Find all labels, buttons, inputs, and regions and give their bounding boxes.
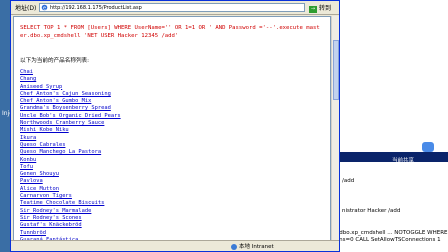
background-window	[340, 0, 448, 252]
product-list-item: Tofu	[20, 164, 121, 171]
product-list-item: Tunnbröd	[20, 230, 121, 237]
product-list-item: Chang	[20, 76, 121, 83]
product-link[interactable]: Queso Cabrales	[20, 142, 65, 148]
product-list-item: Chef Anton's Gumbo Mix	[20, 98, 121, 105]
product-link[interactable]: Tofu	[20, 164, 33, 170]
product-list-item: Genen Shouyu	[20, 171, 121, 178]
url-text: http://192.168.1.175/ProductList.asp	[50, 5, 142, 11]
product-link[interactable]: Carnarvon Tigers	[20, 193, 72, 199]
network-tray-icon[interactable]	[422, 142, 434, 152]
product-link[interactable]: Sir Rodney's Scones	[20, 215, 82, 221]
tray-message: 当前共享	[392, 158, 415, 164]
product-list-item: Chai	[20, 69, 121, 76]
product-link[interactable]: Mishi Kobe Niku	[20, 127, 69, 133]
product-list-item: Uncle Bob's Organic Dried Pears	[20, 113, 121, 120]
address-label: 地址(D)	[15, 5, 37, 12]
product-link[interactable]: Chef Anton's Gumbo Mix	[20, 98, 91, 104]
go-button[interactable]: → 转到	[309, 3, 331, 13]
background-text-2: nistrator Hacker /add	[342, 208, 401, 214]
product-list-item: Pavlova	[20, 178, 121, 185]
product-link[interactable]: Northwoods Cranberry Sauce	[20, 120, 104, 126]
product-link[interactable]: Queso Manchego La Pastora	[20, 149, 101, 155]
product-list-item: Mishi Kobe Niku	[20, 127, 121, 134]
product-link[interactable]: Genen Shouyu	[20, 171, 59, 177]
product-list-item: Grandma's Boysenberry Spread	[20, 105, 121, 112]
product-link[interactable]: Chai	[20, 69, 33, 75]
security-zone: 本地 Intranet	[231, 242, 274, 250]
product-list-item: Ikura	[20, 135, 121, 142]
product-link[interactable]: Grandma's Boysenberry Spread	[20, 105, 111, 111]
product-link[interactable]: Aniseed Syrup	[20, 84, 62, 90]
product-list-heading: 以下为当前的产品名称列表:	[20, 58, 90, 64]
product-list-item: Queso Manchego La Pastora	[20, 149, 121, 156]
product-link[interactable]: Alice Mutton	[20, 186, 59, 192]
product-list-item: Alice Mutton	[20, 186, 121, 193]
product-list-item: Sir Rodney's Marmalade	[20, 208, 121, 215]
product-list-item: Chef Anton's Cajun Seasoning	[20, 91, 121, 98]
product-list-item: Teatime Chocolate Biscuits	[20, 200, 121, 207]
product-list-item: Queso Cabrales	[20, 142, 121, 149]
product-link[interactable]: Chang	[20, 76, 36, 82]
url-input[interactable]: e http://192.168.1.175/ProductList.asp	[39, 3, 305, 12]
product-list-item: Konbu	[20, 157, 121, 164]
sql-query-text: SELECT TOP 1 * FROM [Users] WHERE UserNa…	[20, 25, 320, 39]
page-content: SELECT TOP 1 * FROM [Users] WHERE UserNa…	[13, 16, 331, 242]
ie-page-icon: e	[41, 4, 48, 11]
status-bar: 本地 Intranet	[11, 240, 339, 251]
address-bar: 地址(D) e http://192.168.1.175/ProductList…	[11, 1, 339, 15]
product-list-item: Northwoods Cranberry Sauce	[20, 120, 121, 127]
browser-window: 地址(D) e http://192.168.1.175/ProductList…	[10, 0, 340, 252]
scrollbar-thumb[interactable]	[333, 40, 339, 100]
product-link[interactable]: Sir Rodney's Marmalade	[20, 208, 91, 214]
product-link[interactable]: Gustaf's Knäckebröd	[20, 222, 82, 228]
product-link[interactable]: Ikura	[20, 135, 36, 141]
background-text-1: /add	[342, 178, 355, 184]
product-link[interactable]: Teatime Chocolate Biscuits	[20, 200, 104, 206]
product-list-item: Sir Rodney's Scones	[20, 215, 121, 222]
svg-text:e: e	[43, 5, 46, 11]
go-label: 转到	[319, 5, 332, 12]
product-list-item: Gustaf's Knäckebröd	[20, 222, 121, 229]
go-arrow-icon: →	[309, 6, 317, 13]
product-link[interactable]: Pavlova	[20, 178, 43, 184]
product-link[interactable]: Konbu	[20, 157, 36, 163]
product-list-item: Carnarvon Tigers	[20, 193, 121, 200]
product-link[interactable]: Chef Anton's Cajun Seasoning	[20, 91, 111, 97]
security-zone-label: 本地 Intranet	[239, 244, 274, 250]
vertical-scrollbar[interactable]	[331, 16, 339, 242]
product-list: Chai Chang Aniseed Syrup Chef Anton's Cajun…	[20, 69, 121, 241]
product-link[interactable]: Uncle Bob's Organic Dried Pears	[20, 113, 121, 119]
product-link[interactable]: Tunnbröd	[20, 230, 46, 236]
intranet-zone-icon	[231, 243, 237, 250]
product-list-item: Aniseed Syrup	[20, 84, 121, 91]
